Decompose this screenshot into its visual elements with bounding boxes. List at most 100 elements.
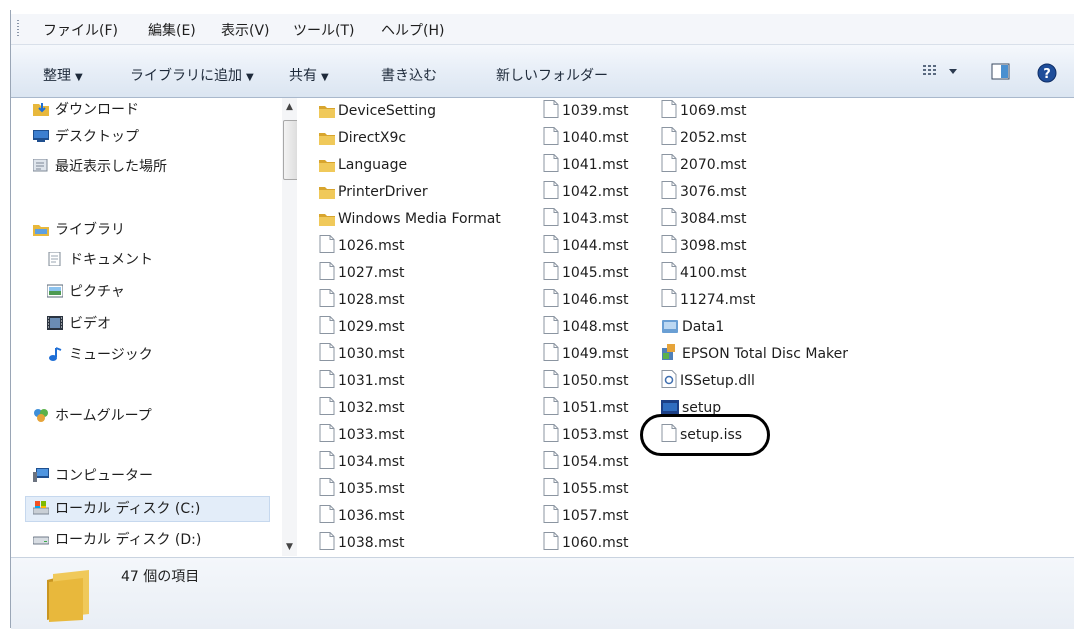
nav-item-music[interactable]: ミュージック bbox=[47, 343, 153, 367]
file-item[interactable]: 1029.mst bbox=[319, 316, 405, 338]
file-icon bbox=[319, 397, 335, 422]
file-item[interactable]: 1034.mst bbox=[319, 451, 405, 473]
menu-edit[interactable]: 編集(E) bbox=[148, 20, 196, 40]
file-item[interactable]: 1045.mst bbox=[543, 262, 629, 284]
share-button[interactable]: 共有 ▼ bbox=[289, 65, 329, 85]
menu-tools[interactable]: ツール(T) bbox=[293, 20, 354, 40]
file-name: 1054.mst bbox=[562, 454, 629, 470]
file-item[interactable]: 1026.mst bbox=[319, 235, 405, 257]
file-name: 1057.mst bbox=[562, 508, 629, 524]
folder-large-icon bbox=[47, 570, 89, 622]
pictures-icon bbox=[47, 284, 63, 298]
file-item[interactable]: 1042.mst bbox=[543, 181, 629, 203]
menu-help[interactable]: ヘルプ(H) bbox=[381, 20, 444, 40]
file-item[interactable]: 1039.mst bbox=[543, 100, 629, 122]
file-name: 1069.mst bbox=[680, 103, 747, 119]
scroll-up-icon[interactable]: ▲ bbox=[286, 102, 293, 112]
nav-label: ドキュメント bbox=[69, 252, 153, 268]
file-icon bbox=[319, 424, 335, 449]
file-item[interactable]: EPSON Total Disc Maker bbox=[661, 343, 848, 365]
nav-item-downloads[interactable]: ダウンロード bbox=[33, 98, 139, 122]
nav-item-videos[interactable]: ビデオ bbox=[47, 312, 111, 336]
file-name: 1055.mst bbox=[562, 481, 629, 497]
file-name: DeviceSetting bbox=[338, 103, 437, 119]
folder-item[interactable]: DirectX9c bbox=[319, 127, 406, 149]
menu-file[interactable]: ファイル(F) bbox=[43, 20, 118, 40]
file-item[interactable]: 1055.mst bbox=[543, 478, 629, 500]
chevron-down-icon: ▼ bbox=[246, 72, 254, 83]
folder-item[interactable]: PrinterDriver bbox=[319, 181, 428, 203]
change-view-button[interactable] bbox=[923, 63, 963, 83]
file-item[interactable]: 1036.mst bbox=[319, 505, 405, 527]
file-item[interactable]: 1028.mst bbox=[319, 289, 405, 311]
nav-item-documents[interactable]: ドキュメント bbox=[47, 248, 153, 272]
navigation-pane: ダウンロード デスクトップ 最近表示した場所 ライブラリ ドキュメント ピクチャ… bbox=[11, 98, 299, 556]
organize-button[interactable]: 整理 ▼ bbox=[43, 65, 83, 85]
file-item[interactable]: 1041.mst bbox=[543, 154, 629, 176]
file-item[interactable]: 2070.mst bbox=[661, 154, 747, 176]
preview-pane-button[interactable] bbox=[991, 63, 1011, 85]
file-item[interactable]: 1035.mst bbox=[319, 478, 405, 500]
file-icon bbox=[543, 316, 559, 341]
nav-item-drive-c[interactable]: ローカル ディスク (C:) bbox=[25, 496, 270, 522]
nav-label: ビデオ bbox=[69, 316, 111, 332]
new-folder-button[interactable]: 新しいフォルダー bbox=[496, 65, 608, 85]
file-item[interactable]: 1046.mst bbox=[543, 289, 629, 311]
file-item[interactable]: 1057.mst bbox=[543, 505, 629, 527]
homegroup-icon bbox=[34, 409, 48, 422]
nav-item-recent-places[interactable]: 最近表示した場所 bbox=[33, 155, 167, 179]
file-item[interactable]: 1054.mst bbox=[543, 451, 629, 473]
file-icon bbox=[543, 505, 559, 530]
file-item[interactable]: 1031.mst bbox=[319, 370, 405, 392]
add-to-library-button[interactable]: ライブラリに追加 ▼ bbox=[130, 65, 254, 85]
file-item[interactable]: 1050.mst bbox=[543, 370, 629, 392]
nav-item-pictures[interactable]: ピクチャ bbox=[47, 280, 125, 304]
file-item[interactable]: 1027.mst bbox=[319, 262, 405, 284]
file-name: 1031.mst bbox=[338, 373, 405, 389]
file-item[interactable]: 2052.mst bbox=[661, 127, 747, 149]
file-item[interactable]: 11274.mst bbox=[661, 289, 755, 311]
nav-item-homegroup[interactable]: ホームグループ bbox=[33, 404, 152, 428]
file-item[interactable]: 1043.mst bbox=[543, 208, 629, 230]
nav-item-computer[interactable]: コンピューター bbox=[33, 464, 153, 488]
folder-item[interactable]: DeviceSetting bbox=[319, 100, 436, 122]
file-icon bbox=[543, 478, 559, 503]
file-name: 1027.mst bbox=[338, 265, 405, 281]
file-icon bbox=[543, 181, 559, 206]
burn-button[interactable]: 書き込む bbox=[381, 65, 437, 85]
file-item[interactable]: 1032.mst bbox=[319, 397, 405, 419]
file-item[interactable]: 1038.mst bbox=[319, 532, 405, 554]
file-name: 1042.mst bbox=[562, 184, 629, 200]
menu-view[interactable]: 表示(V) bbox=[221, 20, 270, 40]
file-name: 1041.mst bbox=[562, 157, 629, 173]
file-item[interactable]: 1044.mst bbox=[543, 235, 629, 257]
file-item[interactable]: 1040.mst bbox=[543, 127, 629, 149]
file-item[interactable]: 1051.mst bbox=[543, 397, 629, 419]
help-button[interactable]: ? bbox=[1037, 63, 1057, 87]
file-item[interactable]: 1069.mst bbox=[661, 100, 747, 122]
file-item[interactable]: 4100.mst bbox=[661, 262, 747, 284]
file-item[interactable]: ISSetup.dll bbox=[661, 370, 755, 392]
file-item[interactable]: 3076.mst bbox=[661, 181, 747, 203]
file-icon bbox=[543, 100, 559, 125]
file-item[interactable]: 3098.mst bbox=[661, 235, 747, 257]
file-name: EPSON Total Disc Maker bbox=[682, 346, 849, 362]
file-name: 1044.mst bbox=[562, 238, 629, 254]
file-item[interactable]: Data1 bbox=[661, 316, 724, 338]
nav-item-desktop[interactable]: デスクトップ bbox=[33, 125, 139, 149]
file-item[interactable]: 1033.mst bbox=[319, 424, 405, 446]
nav-label: ピクチャ bbox=[69, 284, 125, 300]
file-item[interactable]: 1060.mst bbox=[543, 532, 629, 554]
file-item[interactable]: 1049.mst bbox=[543, 343, 629, 365]
explorer-window: ファイル(F) 編集(E) 表示(V) ツール(T) ヘルプ(H) 整理 ▼ ライ… bbox=[0, 0, 1074, 629]
file-item[interactable]: 3084.mst bbox=[661, 208, 747, 230]
file-item[interactable]: 1053.mst bbox=[543, 424, 629, 446]
file-item[interactable]: 1048.mst bbox=[543, 316, 629, 338]
nav-item-drive-d[interactable]: ローカル ディスク (D:) bbox=[33, 528, 201, 552]
folder-item[interactable]: Windows Media Format bbox=[319, 208, 501, 230]
nav-item-libraries[interactable]: ライブラリ bbox=[33, 218, 125, 242]
folder-item[interactable]: Language bbox=[319, 154, 407, 176]
folder-icon bbox=[319, 130, 335, 152]
file-item[interactable]: 1030.mst bbox=[319, 343, 405, 365]
scroll-down-icon[interactable]: ▼ bbox=[286, 542, 293, 552]
